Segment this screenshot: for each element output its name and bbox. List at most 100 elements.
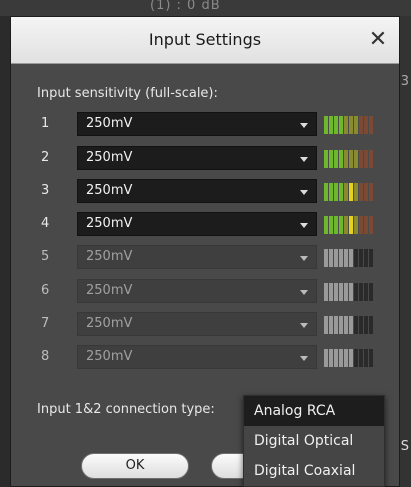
input-number: 3 [41, 183, 50, 198]
sensitivity-value: 250mV [86, 150, 133, 165]
meter-segment [324, 216, 328, 234]
meter-segment [349, 116, 353, 134]
meter-segment [369, 216, 373, 234]
meter-segment [354, 183, 358, 201]
input-number: 7 [41, 316, 50, 331]
meter-segment [369, 249, 373, 267]
meter-segment [334, 150, 338, 168]
sensitivity-select[interactable]: 250mV [77, 146, 317, 170]
meter-segment [369, 316, 373, 334]
meter-segment [349, 150, 353, 168]
dialog-title: Input Settings [148, 30, 262, 49]
background-right-text-2: S [400, 439, 409, 454]
level-meter-icon [324, 316, 378, 334]
sensitivity-select[interactable]: 250mV [77, 212, 317, 236]
sensitivity-select[interactable]: 250mV [77, 179, 317, 203]
meter-segment [329, 183, 333, 201]
meter-segment [344, 249, 348, 267]
level-meter-icon [324, 116, 378, 134]
meter-segment [334, 349, 338, 367]
option-analog-rca[interactable]: Analog RCA [244, 396, 384, 426]
meter-segment [334, 283, 338, 301]
meter-segment [329, 316, 333, 334]
meter-segment [339, 116, 343, 134]
meter-segment [354, 316, 358, 334]
input-number: 4 [41, 216, 50, 231]
connection-type-dropdown[interactable]: Analog RCA Digital Optical Digital Coaxi… [243, 395, 385, 487]
input-number: 2 [41, 150, 50, 165]
meter-segment [364, 349, 368, 367]
sensitivity-select[interactable]: 250mV [77, 112, 317, 136]
background-window-strip: (1) : 0 dB [0, 0, 411, 16]
meter-segment [344, 283, 348, 301]
meter-segment [339, 216, 343, 234]
meter-segment [354, 283, 358, 301]
meter-segment [324, 183, 328, 201]
sensitivity-select: 250mV [77, 279, 317, 303]
close-icon[interactable]: ✕ [365, 25, 391, 53]
ok-button[interactable]: OK [81, 453, 189, 479]
meter-segment [349, 216, 353, 234]
input-number: 1 [41, 116, 50, 131]
sensitivity-value: 250mV [86, 283, 133, 298]
meter-segment [359, 249, 363, 267]
background-text: (1) : 0 dB [150, 0, 221, 13]
meter-segment [364, 150, 368, 168]
sensitivity-select: 250mV [77, 245, 317, 269]
input-number: 5 [41, 249, 50, 264]
input-row: 4 250mV [11, 212, 399, 238]
meter-segment [334, 216, 338, 234]
meter-segment [354, 349, 358, 367]
background-right-text-1: 3 [400, 74, 409, 89]
meter-segment [349, 283, 353, 301]
meter-segment [324, 116, 328, 134]
chevron-down-icon [300, 223, 308, 228]
meter-segment [369, 349, 373, 367]
meter-segment [344, 116, 348, 134]
level-meter-icon [324, 283, 378, 301]
meter-segment [349, 316, 353, 334]
meter-segment [324, 316, 328, 334]
option-digital-coaxial[interactable]: Digital Coaxial [244, 456, 384, 486]
input-number: 6 [41, 283, 50, 298]
dialog-titlebar: Input Settings ✕ [11, 17, 399, 64]
input-row: 6 250mV [11, 279, 399, 305]
input-row: 1 250mV [11, 112, 399, 138]
meter-segment [339, 150, 343, 168]
sensitivity-select: 250mV [77, 312, 317, 336]
meter-segment [329, 216, 333, 234]
meter-segment [364, 216, 368, 234]
sensitivity-select: 250mV [77, 345, 317, 369]
meter-segment [344, 316, 348, 334]
meter-segment [329, 249, 333, 267]
option-digital-optical[interactable]: Digital Optical [244, 426, 384, 456]
meter-segment [334, 249, 338, 267]
meter-segment [349, 349, 353, 367]
meter-segment [339, 349, 343, 367]
meter-segment [324, 283, 328, 301]
input-row: 2 250mV [11, 146, 399, 172]
meter-segment [354, 216, 358, 234]
meter-segment [334, 316, 338, 334]
meter-segment [344, 150, 348, 168]
meter-segment [369, 283, 373, 301]
level-meter-icon [324, 349, 378, 367]
meter-segment [334, 116, 338, 134]
chevron-down-icon [300, 157, 308, 162]
level-meter-icon [324, 183, 378, 201]
meter-segment [359, 116, 363, 134]
connection-type-label: Input 1&2 connection type: [37, 402, 215, 417]
meter-segment [344, 183, 348, 201]
meter-segment [344, 216, 348, 234]
meter-segment [354, 249, 358, 267]
meter-segment [339, 183, 343, 201]
chevron-down-icon [300, 256, 308, 261]
meter-segment [364, 283, 368, 301]
chevron-down-icon [300, 356, 308, 361]
input-row: 5 250mV [11, 245, 399, 271]
meter-segment [329, 283, 333, 301]
input-row: 8 250mV [11, 345, 399, 371]
meter-segment [324, 349, 328, 367]
meter-segment [329, 150, 333, 168]
chevron-down-icon [300, 290, 308, 295]
